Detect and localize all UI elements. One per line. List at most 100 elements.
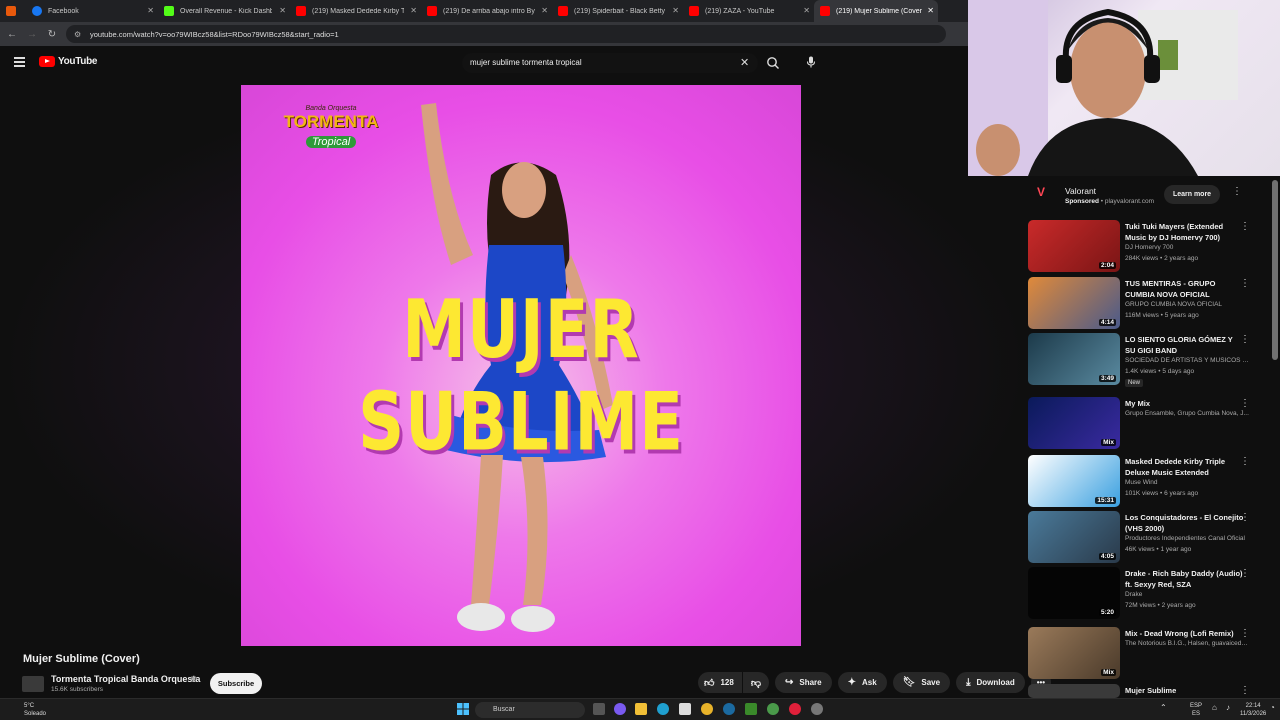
clock[interactable]: 22:14 11/3/2026 xyxy=(1240,702,1266,718)
file-explorer-icon[interactable] xyxy=(635,703,647,715)
more-vert-icon[interactable]: ⋮ xyxy=(1240,221,1250,232)
video-item-channel[interactable]: Productores Independientes Canal Oficial xyxy=(1125,535,1249,542)
video-thumbnail[interactable] xyxy=(1028,684,1120,698)
channel-name[interactable]: Tormenta Tropical Banda Orquesta xyxy=(51,674,200,684)
video-item-title[interactable]: Los Conquistadores - El Conejito (VHS 20… xyxy=(1125,512,1245,534)
video-thumbnail[interactable]: Mix xyxy=(1028,627,1120,679)
close-tab-icon[interactable]: ✕ xyxy=(541,6,548,15)
share-button[interactable]: ↪ Share xyxy=(774,672,832,693)
mic-icon[interactable] xyxy=(804,55,818,69)
site-info-icon[interactable]: ⚙ xyxy=(74,30,84,39)
video-item-title[interactable]: Mujer Sublime xyxy=(1125,685,1245,696)
save-button[interactable]: 🔖︎ Save xyxy=(892,672,951,693)
tab-pinned[interactable] xyxy=(0,0,26,22)
video-item-title[interactable]: Tuki Tuki Mayers (Extended Music by DJ H… xyxy=(1125,221,1245,243)
ask-button[interactable]: ✦ Ask xyxy=(837,672,887,693)
back-icon[interactable]: ← xyxy=(2,29,22,40)
language-indicator[interactable]: ESP ES xyxy=(1190,702,1202,718)
close-tab-icon[interactable]: ✕ xyxy=(410,6,417,15)
task-view-icon[interactable] xyxy=(593,703,605,715)
video-item-channel[interactable]: DJ Homervy 700 xyxy=(1125,244,1249,251)
list-item[interactable]: 3:49 LO SIENTO GLORIA GÓMEZ Y SU GIGI BA… xyxy=(1028,333,1256,387)
steam-icon[interactable] xyxy=(723,703,735,715)
video-thumbnail[interactable]: 4:14 xyxy=(1028,277,1120,329)
list-item[interactable]: Mujer Sublime ⋮ xyxy=(1028,684,1256,698)
tab-youtube-spiderbait[interactable]: (219) Spiderbait - Black Betty ( ✕ xyxy=(552,0,683,22)
video-item-channel[interactable]: SOCIEDAD DE ARTISTAS Y MÚSICOS DE... xyxy=(1125,357,1249,364)
dislike-button[interactable]: 👎︎ xyxy=(742,672,769,693)
video-thumbnail[interactable]: 15:31 xyxy=(1028,455,1120,507)
more-vert-icon[interactable]: ⋮ xyxy=(1232,186,1242,197)
tray-chevron-icon[interactable]: ⌃ xyxy=(1160,704,1167,712)
weather-widget[interactable]: 5°C Soleado xyxy=(12,702,46,718)
video-item-channel[interactable]: Muse Wind xyxy=(1125,479,1249,486)
video-frame[interactable]: Banda Orquesta TORMENTA Tropical MUJER S… xyxy=(241,85,801,646)
video-item-title[interactable]: TUS MENTIRAS - GRUPO CUMBIA NOVA OFICIAL xyxy=(1125,278,1245,300)
clear-icon[interactable]: ✕ xyxy=(740,53,749,73)
tab-facebook[interactable]: Facebook ✕ xyxy=(26,0,158,22)
video-item-title[interactable]: Mix - Dead Wrong (Lofi Remix) xyxy=(1125,628,1245,639)
notification-icon[interactable]: ◔ xyxy=(1270,704,1275,712)
more-vert-icon[interactable]: ⋮ xyxy=(1240,334,1250,345)
list-item[interactable]: Mix Mix - Dead Wrong (Lofi Remix) The No… xyxy=(1028,627,1256,681)
search-input[interactable]: mujer sublime tormenta tropical ✕ xyxy=(462,53,758,73)
close-tab-icon[interactable]: ✕ xyxy=(803,6,810,15)
video-item-channel[interactable]: The Notorious B.I.G., Halsen, guavaiced,… xyxy=(1125,640,1249,647)
minecraft-icon[interactable] xyxy=(745,703,757,715)
chrome-icon[interactable] xyxy=(701,703,713,715)
obs-icon[interactable] xyxy=(789,703,801,715)
volume-icon[interactable]: ♪ xyxy=(1226,704,1230,712)
tab-youtube-zaza[interactable]: (219) ZAZA - YouTube ✕ xyxy=(683,0,814,22)
sidebar-scrollbar[interactable] xyxy=(1272,180,1278,360)
video-item-title[interactable]: Drake - Rich Baby Daddy (Audio) ft. Sexy… xyxy=(1125,568,1245,590)
network-icon[interactable]: ⌂ xyxy=(1212,704,1217,712)
list-item[interactable]: 4:05 Los Conquistadores - El Conejito (V… xyxy=(1028,511,1256,565)
video-item-channel[interactable]: Grupo Ensamble, Grupo Cumbia Nova, J... xyxy=(1125,410,1249,417)
close-tab-icon[interactable]: ✕ xyxy=(279,6,286,15)
youtube-logo[interactable]: YouTube xyxy=(39,56,98,67)
menu-icon[interactable] xyxy=(14,57,25,69)
more-vert-icon[interactable]: ⋮ xyxy=(1240,512,1250,523)
video-item-channel[interactable]: Drake xyxy=(1125,591,1249,598)
video-thumbnail[interactable]: Mix xyxy=(1028,397,1120,449)
like-button[interactable]: 👍︎ 128 xyxy=(698,672,742,693)
close-tab-icon[interactable]: ✕ xyxy=(147,6,154,15)
more-vert-icon[interactable]: ⋮ xyxy=(1240,628,1250,639)
video-item-title[interactable]: My Mix xyxy=(1125,398,1245,409)
tab-youtube-mujer-sublime[interactable]: (219) Mujer Sublime (Cover ✕ xyxy=(814,0,938,22)
app-icon[interactable] xyxy=(767,703,779,715)
video-thumbnail[interactable]: 2:04 xyxy=(1028,220,1120,272)
video-thumbnail[interactable]: 3:49 xyxy=(1028,333,1120,385)
download-button[interactable]: ⤓ Download xyxy=(956,672,1025,693)
more-vert-icon[interactable]: ⋮ xyxy=(1240,398,1250,409)
forward-icon[interactable]: → xyxy=(22,29,42,40)
store-icon[interactable] xyxy=(679,703,691,715)
settings-icon[interactable] xyxy=(811,703,823,715)
video-item-title[interactable]: LO SIENTO GLORIA GÓMEZ Y SU GIGI BAND xyxy=(1125,334,1245,356)
copilot-icon[interactable] xyxy=(614,703,626,715)
more-vert-icon[interactable]: ⋮ xyxy=(1240,685,1250,696)
edge-icon[interactable] xyxy=(657,703,669,715)
video-item-channel[interactable]: GRUPO CUMBIA NOVA OFICIAL xyxy=(1125,301,1249,308)
tab-youtube-intro[interactable]: (219) De arriba abajo intro Byra ✕ xyxy=(421,0,552,22)
reload-icon[interactable]: ↻ xyxy=(42,29,62,40)
video-item-title[interactable]: Masked Dedede Kirby Triple Deluxe Music … xyxy=(1125,456,1245,478)
close-tab-icon[interactable]: ✕ xyxy=(927,6,934,15)
channel-avatar[interactable] xyxy=(22,676,44,692)
list-item[interactable]: 5:20 Drake - Rich Baby Daddy (Audio) ft.… xyxy=(1028,567,1256,621)
list-item[interactable]: Mix My Mix Grupo Ensamble, Grupo Cumbia … xyxy=(1028,397,1256,451)
more-vert-icon[interactable]: ⋮ xyxy=(1240,568,1250,579)
tab-youtube-kirby[interactable]: (219) Masked Dedede Kirby Trip ✕ xyxy=(290,0,421,22)
close-tab-icon[interactable]: ✕ xyxy=(672,6,679,15)
taskbar-search[interactable]: Buscar xyxy=(475,702,585,718)
search-icon[interactable] xyxy=(766,56,780,70)
tab-kick[interactable]: Overall Revenue - Kick Dashbo ✕ xyxy=(158,0,290,22)
video-thumbnail[interactable]: 4:05 xyxy=(1028,511,1120,563)
list-item[interactable]: 15:31 Masked Dedede Kirby Triple Deluxe … xyxy=(1028,455,1256,509)
list-item[interactable]: 4:14 TUS MENTIRAS - GRUPO CUMBIA NOVA OF… xyxy=(1028,277,1256,331)
learn-more-button[interactable]: Learn more xyxy=(1164,185,1220,204)
video-thumbnail[interactable]: 5:20 xyxy=(1028,567,1120,619)
windows-start-icon[interactable] xyxy=(457,703,469,715)
sponsored-card[interactable]: V Valorant Sponsored • playvalorant.com … xyxy=(1028,176,1248,213)
more-vert-icon[interactable]: ⋮ xyxy=(1240,278,1250,289)
